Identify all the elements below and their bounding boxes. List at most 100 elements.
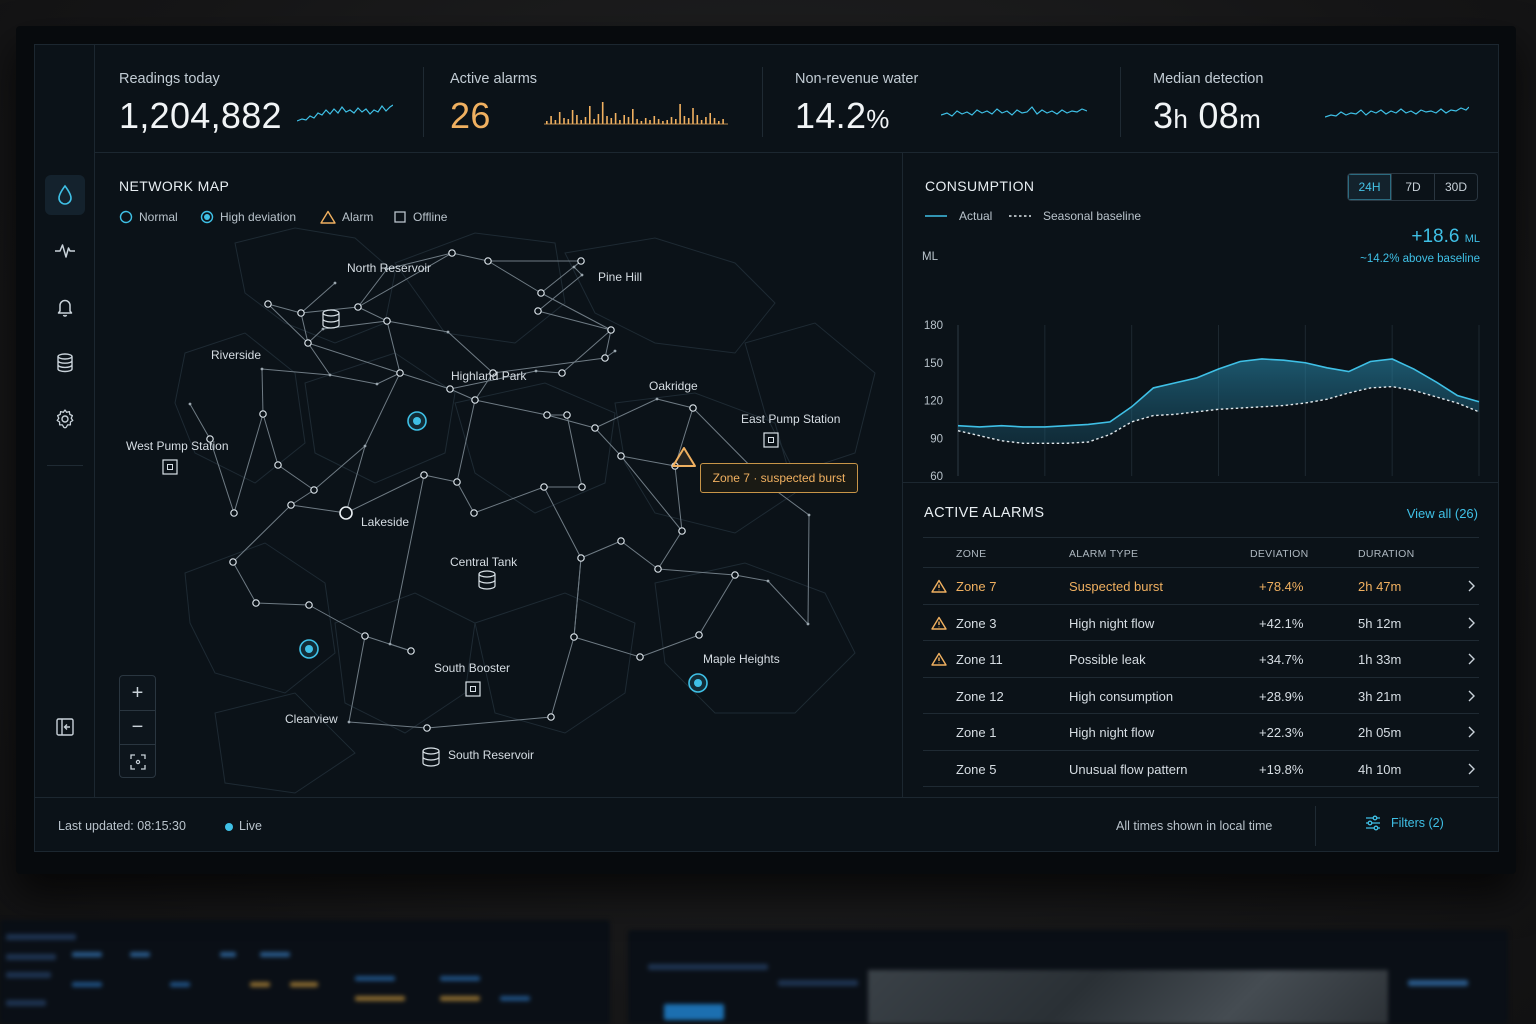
pipe-segment	[233, 413, 264, 514]
alarm-spark-bar	[567, 119, 570, 124]
zoom-controls: + −	[119, 675, 156, 778]
alarm-duration: 4h 10m	[1358, 761, 1402, 777]
alarm-zone: Zone 5	[956, 761, 997, 777]
zone-7-alarm-icon	[672, 447, 696, 467]
background-monitor-left	[0, 920, 610, 1024]
kpi-non-revenue-water[interactable]: Non-revenue water 14.2%	[771, 45, 1121, 153]
chevron-right-icon[interactable]	[1467, 653, 1475, 665]
table-row[interactable]: Zone 7 Suspected burst +78.4% 2h 47m	[923, 568, 1479, 605]
column-header-alarm-type[interactable]: ALARM TYPE	[1069, 548, 1138, 560]
alarm-spark-bar	[606, 116, 608, 124]
left-rail	[35, 45, 95, 797]
pipe-segment	[734, 574, 769, 582]
minor-junction	[613, 349, 617, 353]
kpi-median-detection[interactable]: Median detection 3h 08m	[1129, 45, 1498, 153]
pipe-segment	[399, 372, 451, 390]
east-pump-station-icon	[763, 432, 779, 448]
rail-divider	[47, 465, 83, 466]
alarm-spark-bar	[593, 119, 595, 124]
alarms-table-header: ZONE ALARM TYPE DEVIATION DURATION	[923, 537, 1479, 568]
table-row[interactable]: Zone 3 High night flow +42.1% 5h 12m	[923, 605, 1479, 641]
pipe-segment	[426, 716, 552, 729]
junction-node	[407, 647, 415, 655]
pipe-segment	[189, 403, 211, 440]
kpi-label: Active alarms	[450, 71, 538, 87]
alarm-spark-bar	[610, 118, 613, 124]
view-all-alarms-link[interactable]: View all (26)	[1407, 506, 1478, 521]
column-header-duration[interactable]: DURATION	[1358, 548, 1414, 560]
alarm-spark-bar	[662, 121, 664, 124]
alarm-zone: Zone 1	[956, 725, 997, 740]
alarm-spark-bar	[558, 112, 561, 124]
junction-node	[448, 249, 456, 257]
pipe-segment	[386, 320, 401, 374]
junction-node	[678, 527, 686, 535]
pipe-segment	[550, 636, 575, 718]
chevron-right-icon[interactable]	[1467, 580, 1475, 592]
collapse-icon[interactable]	[45, 707, 85, 747]
kpi-divider	[423, 67, 424, 137]
junction-node	[617, 537, 625, 545]
alarm-spark-bar	[627, 117, 630, 124]
filters-button[interactable]: Filters (2)	[1365, 815, 1444, 831]
junction-node	[607, 326, 615, 334]
district-boundary	[394, 232, 566, 344]
zoom-out-button[interactable]: −	[120, 710, 155, 744]
table-row[interactable]: Zone 11 Possible leak +34.7% 1h 33m	[923, 641, 1479, 678]
junction-node	[305, 601, 313, 609]
dashboard-screen: Readings today 1,204,882 Active alarms 2…	[34, 44, 1499, 852]
alarm-spark-bar	[657, 119, 660, 124]
zoom-in-button[interactable]: +	[120, 676, 155, 710]
kpi-divider	[1120, 67, 1121, 137]
water-drop-icon[interactable]	[45, 175, 85, 215]
junction-node	[287, 501, 295, 509]
pipe-segment	[262, 413, 279, 466]
minor-junction	[580, 273, 584, 277]
pipe-segment	[290, 489, 315, 506]
alarm-spark-bar	[636, 119, 638, 124]
alarm-spark-bar	[687, 118, 690, 124]
alarm-type: High night flow	[1069, 725, 1155, 740]
pipe-segment	[807, 514, 810, 625]
minor-junction	[328, 373, 332, 377]
chevron-right-icon[interactable]	[1467, 617, 1475, 629]
pulse-icon[interactable]	[45, 231, 85, 271]
junction-node	[570, 633, 578, 641]
alarm-duration: 2h 47m	[1358, 579, 1402, 594]
alarm-type: High consumption	[1069, 688, 1174, 704]
fit-to-screen-button[interactable]	[120, 744, 155, 778]
minor-junction	[655, 397, 659, 401]
pipe-segment	[620, 540, 659, 570]
chevron-right-icon[interactable]	[1467, 726, 1475, 738]
bell-icon[interactable]	[45, 287, 85, 327]
table-row[interactable]: Zone 5 Unusual flow pattern +19.8% 4h 10m	[923, 751, 1479, 787]
pipe-segment	[594, 427, 622, 457]
alarm-spark-bar	[546, 121, 548, 124]
label-east-pump-station: East Pump Station	[741, 412, 841, 426]
pipe-segment	[580, 540, 622, 559]
alarm-spark-bar	[709, 113, 711, 124]
alarm-spark-bar	[576, 115, 578, 124]
pipe-segment	[620, 455, 676, 467]
alarm-duration: 2h 05m	[1358, 725, 1402, 740]
table-row[interactable]: Zone 12 High consumption +28.9% 3h 21m	[923, 678, 1479, 714]
chevron-right-icon[interactable]	[1467, 763, 1475, 775]
south-reservoir-icon	[422, 747, 440, 767]
chevron-right-icon[interactable]	[1467, 690, 1475, 702]
kpi-readings-today[interactable]: Readings today 1,204,882	[95, 45, 423, 153]
minor-junction	[363, 444, 367, 448]
pipe-segment	[456, 399, 476, 483]
consumption-chart[interactable]: 00:0004:0008:0012:0016:0020:0024:0060901…	[903, 153, 1499, 483]
column-header-zone[interactable]: ZONE	[956, 548, 986, 560]
warning-triangle-icon	[931, 652, 947, 666]
database-icon[interactable]	[45, 343, 85, 383]
kpi-value: 1,204,882	[119, 95, 282, 136]
gear-icon[interactable]	[45, 399, 85, 439]
column-header-deviation[interactable]: DEVIATION	[1250, 548, 1309, 560]
kpi-active-alarms[interactable]: Active alarms 26	[426, 45, 766, 153]
alarm-zone: Zone 3	[956, 615, 997, 631]
alarm-duration: 1h 33m	[1358, 652, 1402, 667]
junction-node	[297, 309, 305, 317]
pipe-segment	[474, 399, 548, 416]
table-row[interactable]: Zone 1 High night flow +22.3% 2h 05m	[923, 714, 1479, 751]
